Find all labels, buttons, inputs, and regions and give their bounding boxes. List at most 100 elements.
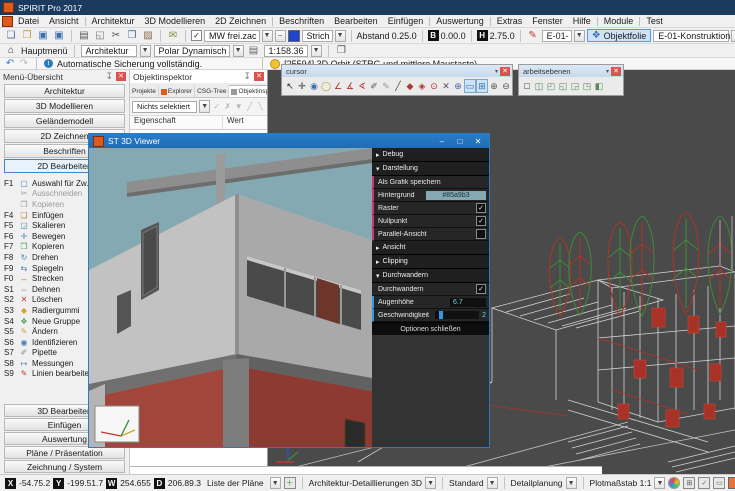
tab-explorer[interactable]: Explorer [159, 86, 195, 97]
x-coord-value[interactable]: -54.75.2 [19, 478, 50, 488]
detail-dropdown[interactable]: Architektur-Detaillierungen 3D [309, 478, 422, 488]
zac-dropdown-arrow[interactable]: ▼ [262, 30, 273, 42]
zoom-out-icon[interactable]: ⊖ [500, 79, 512, 93]
line-icon[interactable]: ╱ [392, 79, 404, 93]
save-all-icon[interactable]: ▣ [52, 29, 66, 42]
menu-bearbeiten[interactable]: Bearbeiten [329, 16, 383, 26]
menu-architektur[interactable]: Architektur [87, 16, 140, 26]
plane-cube-1-icon[interactable]: ◫ [533, 79, 545, 93]
detail-dropdown-arrow[interactable]: ▼ [425, 477, 436, 489]
workplanes-toolbar-close-icon[interactable]: ✕ [611, 67, 621, 76]
zac-detach-button[interactable]: – [275, 30, 286, 42]
abstand-value[interactable]: 0.25.0 [392, 31, 417, 41]
plane-frame-icon[interactable]: □ [521, 79, 533, 93]
sidebar-close-icon[interactable]: ✕ [116, 72, 126, 81]
w-coord-value[interactable]: 254.655 [120, 478, 151, 488]
selection-dropdown-arrow[interactable]: ▼ [199, 100, 210, 113]
plane-cube-4-icon[interactable]: ◲ [569, 79, 581, 93]
cursor-toolbar-caption[interactable]: cursor ▾ ✕ [282, 65, 512, 77]
scale-dropdown-arrow[interactable]: ▼ [311, 45, 322, 57]
color-wheel-icon[interactable] [668, 477, 680, 489]
d-coord-value[interactable]: 206.89.3 [168, 478, 201, 488]
plane-cube-3-icon[interactable]: ◱ [557, 79, 569, 93]
line-style-field[interactable]: Strich [302, 30, 333, 42]
planning-dropdown-arrow[interactable]: ▼ [566, 477, 577, 489]
inspector-close-icon[interactable]: ✕ [254, 72, 264, 81]
viewer-minimize-button[interactable]: – [435, 137, 449, 146]
open-folder-icon[interactable]: ❐ [20, 29, 34, 42]
layout-check-icon[interactable]: ✓ [698, 477, 710, 489]
plane-cube-2-icon[interactable]: ◰ [545, 79, 557, 93]
snap-edge-icon[interactable]: ⊙ [428, 79, 440, 93]
snap-magnet-icon[interactable]: ◆ [404, 79, 416, 93]
speed-slider-handle[interactable] [439, 311, 443, 319]
inspector-pin-icon[interactable]: ↧ [243, 71, 251, 82]
viewer-title-bar[interactable]: ST 3D Viewer – □ ✕ [89, 134, 489, 148]
section-ansicht[interactable]: ▸ Ansicht [372, 241, 489, 255]
orbit-icon[interactable]: ◉ [308, 79, 320, 93]
paste-icon[interactable]: ▨ [141, 29, 155, 42]
nullpunkt-checkbox[interactable]: ✓ [476, 216, 486, 226]
workplanes-toolbar-menu-icon[interactable]: ▾ [606, 68, 609, 75]
edit-property-icon[interactable]: ╱ [245, 102, 254, 111]
copy-icon[interactable]: ❐ [125, 29, 139, 42]
snap-cross-icon[interactable]: ✕ [440, 79, 452, 93]
viewer-3d-view[interactable] [89, 148, 372, 447]
menu-auswertung[interactable]: Auswertung [431, 16, 489, 26]
viewer-close-button[interactable]: ✕ [471, 137, 485, 146]
section-durchwandern[interactable]: ▾ Durchwandern [372, 269, 489, 283]
standard-dropdown-arrow[interactable]: ▼ [487, 477, 498, 489]
tab-projekte[interactable]: Projekte [130, 86, 159, 97]
plan-list-label[interactable]: Liste der Pläne [207, 478, 264, 488]
pan-icon[interactable]: ✛ [296, 79, 308, 93]
viewer-maximize-button[interactable]: □ [453, 137, 467, 146]
cut-icon[interactable]: ✂ [109, 29, 123, 42]
new-file-icon[interactable]: ❏ [4, 29, 18, 42]
section-debug[interactable]: ▸ Debug [372, 148, 489, 162]
measure-icon[interactable]: ⊕ [452, 79, 464, 93]
zac-file-field[interactable]: MW frei.zac [204, 30, 260, 42]
sidebar-item-3d-modellieren[interactable]: 3D Modellieren [4, 99, 125, 113]
objektfolie-toggle[interactable]: ❖ Objektfolie [587, 29, 652, 42]
angle-free-icon[interactable]: ∡ [344, 79, 356, 93]
pin-icon[interactable]: ↧ [105, 71, 113, 82]
menu-ansicht[interactable]: Ansicht [44, 16, 84, 26]
export-icon[interactable]: ✉ [166, 29, 180, 42]
plot-scale-dropdown[interactable]: Plotmaßstab 1:1 [590, 478, 652, 488]
pipette-alt-icon[interactable]: ✎ [380, 79, 392, 93]
planning-dropdown[interactable]: Detailplanung [511, 478, 563, 488]
menu-datei[interactable]: Datei [13, 16, 44, 26]
background-color-field[interactable]: #85a9b3 [426, 191, 486, 200]
h-value[interactable]: 2.75.0 [490, 31, 515, 41]
layer-field[interactable]: E-01- [542, 30, 572, 42]
command-line[interactable] [130, 466, 602, 474]
menu-hilfe[interactable]: Hilfe [568, 16, 596, 26]
sidebar-item-zeichnung-system[interactable]: Zeichnung / System [4, 460, 125, 473]
folie-field[interactable]: E-01-Konstruktion [653, 30, 729, 42]
palette-icon[interactable]: ◯ [320, 79, 332, 93]
menu-module[interactable]: Module [599, 16, 639, 26]
pick-property-icon[interactable]: ╲ [256, 102, 265, 111]
sidebar-item-architektur[interactable]: Architektur [4, 84, 125, 98]
plan-list-dropdown-arrow[interactable]: ▼ [270, 477, 281, 489]
apply-icon[interactable]: ✓ [212, 102, 221, 111]
zoom-window-icon[interactable]: ▭ [464, 79, 476, 93]
folie-dropdown-arrow[interactable]: ▼ [731, 30, 735, 42]
zoom-region-icon[interactable]: ⊞ [476, 79, 488, 93]
menu-beschriften[interactable]: Beschriften [274, 16, 329, 26]
parallel-checkbox[interactable] [476, 229, 486, 239]
zoom-in-icon[interactable]: ⊕ [488, 79, 500, 93]
angle-ref-icon[interactable]: ∢ [356, 79, 368, 93]
workplanes-toolbar-caption[interactable]: arbeitsebenen ▾ ✕ [519, 65, 623, 77]
mode-dropdown[interactable]: Architektur [81, 45, 137, 57]
print-icon[interactable]: ▤ [77, 29, 91, 42]
copy-view-icon[interactable]: ◱ [93, 29, 107, 42]
cursor-toolbar-close-icon[interactable]: ✕ [500, 67, 510, 76]
close-options-button[interactable]: Optionen schließen [372, 322, 489, 335]
plane-cube-6-icon[interactable]: ◧ [593, 79, 605, 93]
tab-csg-tree[interactable]: CSG-Tree [195, 86, 229, 97]
standard-dropdown[interactable]: Standard [449, 478, 484, 488]
raster-checkbox[interactable]: ✓ [476, 203, 486, 213]
undo-icon[interactable]: ↶ [5, 57, 15, 70]
window-layout-icon[interactable]: ❒ [335, 44, 349, 57]
